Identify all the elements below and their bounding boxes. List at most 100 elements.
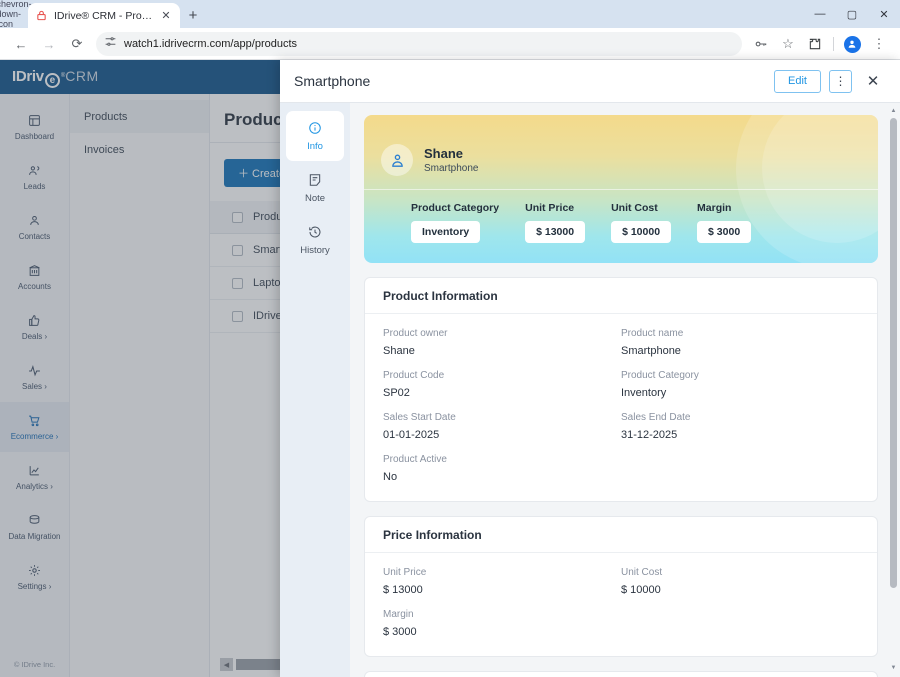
toolbar-divider: [833, 37, 834, 51]
tab-label: Note: [304, 192, 326, 204]
field-product-name: Product name Smartphone: [621, 328, 859, 357]
toolbar-right-group: ☆ ⋮: [748, 31, 892, 57]
field-value: $ 10000: [621, 584, 661, 596]
field-label: Unit Price: [383, 567, 427, 578]
avatar: [381, 144, 413, 176]
field-value: Inventory: [621, 387, 667, 399]
field-sales-start-date: Sales Start Date 01-01-2025: [383, 412, 621, 441]
field-label: Product Code: [383, 370, 445, 381]
tune-icon[interactable]: [104, 35, 117, 53]
stat-label: Unit Price: [525, 202, 575, 214]
panel-title: Smartphone: [294, 73, 371, 89]
field-label: Product name: [621, 328, 684, 339]
history-icon: [308, 225, 322, 241]
maximize-button[interactable]: ▢: [836, 0, 868, 28]
scrollbar-thumb[interactable]: [890, 118, 897, 588]
hero-owner-name: Shane: [424, 146, 464, 162]
field-product-owner: Product owner Shane: [383, 328, 621, 357]
puzzle-icon[interactable]: [802, 31, 828, 57]
product-information-card: Product Information Product owner Shane …: [364, 277, 878, 502]
next-section-card: [364, 671, 878, 677]
edit-button[interactable]: Edit: [774, 69, 821, 93]
field-label: Unit Cost: [621, 567, 663, 578]
field-product-active: Product Active No: [383, 454, 621, 483]
field-value: $ 13000: [383, 584, 423, 596]
field-product-category: Product Category Inventory: [621, 370, 859, 399]
tab-info[interactable]: Info: [286, 111, 344, 161]
field-unit-price: Unit Price $ 13000: [383, 567, 621, 596]
field-unit-cost: Unit Cost $ 10000: [621, 567, 859, 596]
hero-stat-unit-cost: Unit Cost $ 10000: [611, 202, 672, 243]
tab-history[interactable]: History: [286, 215, 344, 265]
address-bar[interactable]: watch1.idrivecrm.com/app/products: [96, 32, 742, 56]
browser-toolbar: ← → ⟳ watch1.idrivecrm.com/app/products …: [0, 28, 900, 60]
stat-value: Inventory: [411, 221, 481, 243]
lock-red-icon: [35, 9, 48, 22]
price-information-card: Price Information Unit Price $ 13000 Uni…: [364, 516, 878, 657]
card-heading: Product Information: [365, 278, 877, 314]
scroll-down-arrow[interactable]: ▼: [890, 665, 897, 672]
field-label: Product Active: [383, 454, 447, 465]
stat-label: Product Category: [411, 202, 500, 214]
info-icon: [308, 121, 322, 137]
hero-stat-product-category: Product Category Inventory: [411, 202, 499, 243]
new-tab-button[interactable]: +: [180, 2, 206, 28]
chevron-down-icon: chevron-down-icon: [0, 0, 32, 29]
stat-label: Unit Cost: [611, 202, 658, 214]
tab-list-button[interactable]: chevron-down-icon: [0, 0, 32, 29]
card-heading: Price Information: [365, 517, 877, 553]
field-margin: Margin $ 3000: [383, 609, 621, 638]
back-icon[interactable]: ←: [8, 31, 34, 57]
browser-tab[interactable]: IDrive® CRM - Products ✕: [28, 3, 180, 28]
tab-close-icon[interactable]: ✕: [159, 9, 173, 23]
field-value: Shane: [383, 345, 415, 357]
note-icon: [308, 173, 322, 189]
field-value: 01-01-2025: [383, 429, 440, 441]
hero-stat-unit-price: Unit Price $ 13000: [525, 202, 586, 243]
product-hero-card: Shane Smartphone Product Category Invent…: [364, 115, 878, 263]
field-empty-slot: [621, 454, 859, 483]
field-value: SP02: [383, 387, 410, 399]
product-detail-panel: Smartphone Edit ⋮ ✕ Info Note History Sh…: [280, 60, 900, 677]
tab-label: Info: [307, 140, 323, 152]
card-body: Unit Price $ 13000 Unit Cost $ 10000 Mar…: [365, 553, 877, 656]
person-icon: [843, 35, 861, 53]
panel-scroll-area[interactable]: Shane Smartphone Product Category Invent…: [350, 103, 900, 677]
field-value: No: [383, 471, 398, 483]
panel-header: Smartphone Edit ⋮ ✕: [280, 60, 900, 103]
tab-note[interactable]: Note: [286, 163, 344, 213]
scroll-up-arrow[interactable]: ▲: [890, 108, 897, 115]
stat-value: $ 3000: [697, 221, 752, 243]
window-close-button[interactable]: ✕: [868, 0, 900, 28]
browser-window: chevron-down-icon IDrive® CRM - Products…: [0, 0, 900, 677]
panel-body: Info Note History Shane Smartphone Produ…: [280, 103, 900, 677]
tab-strip: chevron-down-icon IDrive® CRM - Products…: [0, 0, 900, 29]
field-label: Margin: [383, 609, 414, 620]
field-grid: Unit Price $ 13000 Unit Cost $ 10000 Mar…: [383, 567, 859, 638]
minimize-button[interactable]: —: [804, 0, 836, 28]
window-controls: — ▢ ✕: [804, 0, 900, 28]
field-value: $ 3000: [383, 626, 417, 638]
field-label: Sales End Date: [621, 412, 691, 423]
stat-value: $ 10000: [611, 221, 672, 243]
field-sales-end-date: Sales End Date 31-12-2025: [621, 412, 859, 441]
close-icon[interactable]: ✕: [860, 68, 886, 94]
panel-tab-rail: Info Note History: [280, 103, 350, 677]
field-value: Smartphone: [621, 345, 681, 357]
browser-menu-icon[interactable]: ⋮: [866, 31, 892, 57]
url-text: watch1.idrivecrm.com/app/products: [124, 38, 298, 50]
bookmark-star-icon[interactable]: ☆: [775, 31, 801, 57]
field-label: Product Category: [621, 370, 699, 381]
card-body: Product owner Shane Product name Smartph…: [365, 314, 877, 501]
forward-icon[interactable]: →: [36, 31, 62, 57]
field-grid: Product owner Shane Product name Smartph…: [383, 328, 859, 483]
field-label: Sales Start Date: [383, 412, 456, 423]
profile-avatar[interactable]: [839, 31, 865, 57]
tab-title: IDrive® CRM - Products: [54, 9, 153, 22]
panel-vertical-scrollbar[interactable]: ▲ ▼: [890, 108, 897, 672]
field-label: Product owner: [383, 328, 448, 339]
key-icon[interactable]: [748, 31, 774, 57]
reload-icon[interactable]: ⟳: [64, 31, 90, 57]
hero-product-name: Smartphone: [424, 162, 479, 174]
more-options-icon[interactable]: ⋮: [829, 69, 852, 93]
